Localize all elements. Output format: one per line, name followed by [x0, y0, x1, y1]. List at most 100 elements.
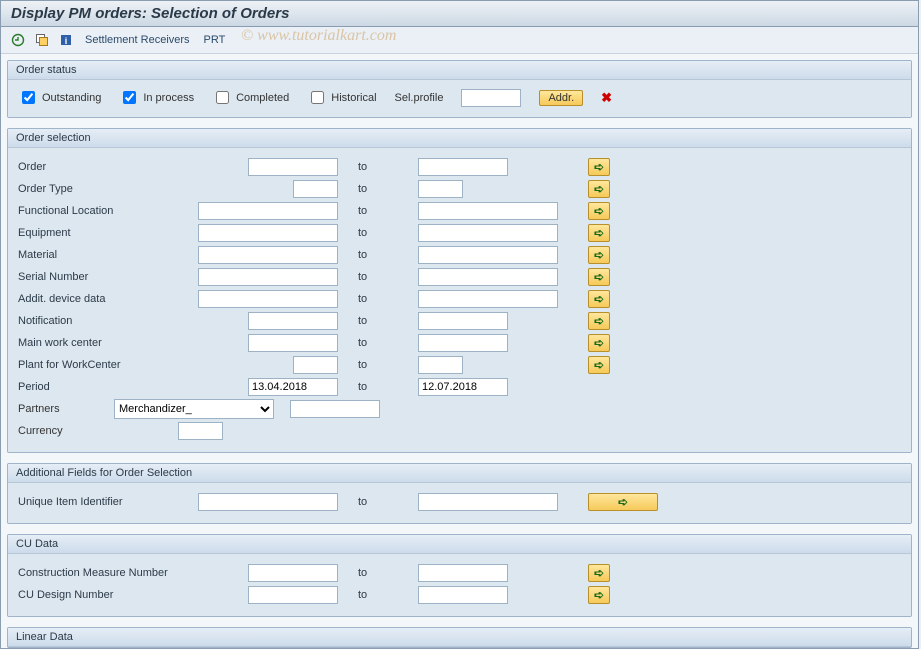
equipment-multi-button[interactable]: ➪: [588, 224, 610, 242]
inprocess-checkbox-input[interactable]: [123, 91, 136, 104]
order_type-label: Order Type: [18, 183, 168, 195]
func_loc-from-input[interactable]: [198, 202, 338, 220]
completed-checkbox[interactable]: Completed: [212, 88, 289, 107]
historical-checkbox[interactable]: Historical: [307, 88, 376, 107]
order-selection-group: Order selection Orderto➪Order Typeto➪Fun…: [7, 128, 912, 453]
watermark: © www.tutorialkart.com: [241, 27, 396, 45]
prt-button[interactable]: PRT: [200, 34, 230, 46]
order_type-multi-button[interactable]: ➪: [588, 180, 610, 198]
inprocess-checkbox[interactable]: In process: [119, 88, 194, 107]
completed-checkbox-input[interactable]: [216, 91, 229, 104]
partners-row: PartnersMerchandizer_: [18, 398, 901, 420]
order-from-input[interactable]: [248, 158, 338, 176]
cm-number-to-input[interactable]: [418, 564, 508, 582]
variant-icon[interactable]: [33, 31, 51, 49]
arrow-right-icon: ➪: [594, 336, 604, 350]
cm-number-multi-button[interactable]: ➪: [588, 564, 610, 582]
material-to-input[interactable]: [418, 246, 558, 264]
order-multi-button[interactable]: ➪: [588, 158, 610, 176]
execute-icon[interactable]: [9, 31, 27, 49]
uii-label: Unique Item Identifier: [18, 496, 168, 508]
plant_wc-row: Plant for WorkCenter to ➪: [18, 354, 901, 376]
material-row: Materialto➪: [18, 244, 901, 266]
notification-from-input[interactable]: [248, 312, 338, 330]
page-title: Display PM orders: Selection of Orders: [1, 1, 918, 27]
period-from-input[interactable]: [248, 378, 338, 396]
plant_wc-to-label: to: [348, 359, 408, 371]
main_wc-multi-button[interactable]: ➪: [588, 334, 610, 352]
outstanding-checkbox-input[interactable]: [22, 91, 35, 104]
func_loc-to-input[interactable]: [418, 202, 558, 220]
plant_wc-multi-button[interactable]: ➪: [588, 356, 610, 374]
serial-multi-button[interactable]: ➪: [588, 268, 610, 286]
cu-design-label: CU Design Number: [18, 589, 168, 601]
historical-label: Historical: [331, 92, 376, 104]
cm-number-from-input[interactable]: [248, 564, 338, 582]
cu-design-from-input[interactable]: [248, 586, 338, 604]
order_type-to-input[interactable]: [418, 180, 463, 198]
delete-icon[interactable]: ✖: [601, 90, 612, 106]
arrow-right-icon: ➪: [594, 160, 604, 174]
order-to-input[interactable]: [418, 158, 508, 176]
uii-multi-button[interactable]: ➪: [588, 493, 658, 511]
currency-label: Currency: [18, 425, 168, 437]
partners-extra-input[interactable]: [290, 400, 380, 418]
material-multi-button[interactable]: ➪: [588, 246, 610, 264]
cm-number-to-label: to: [348, 567, 408, 579]
func_loc-row: Functional Locationto➪: [18, 200, 901, 222]
info-icon[interactable]: i: [57, 31, 75, 49]
currency-input[interactable]: [178, 422, 223, 440]
func_loc-label: Functional Location: [18, 205, 168, 217]
addit_device-from-input[interactable]: [198, 290, 338, 308]
equipment-from-input[interactable]: [198, 224, 338, 242]
settlement-receivers-button[interactable]: Settlement Receivers: [81, 34, 194, 46]
main_wc-from-input[interactable]: [248, 334, 338, 352]
arrow-right-icon: ➪: [594, 226, 604, 240]
arrow-right-icon: ➪: [594, 292, 604, 306]
main_wc-label: Main work center: [18, 337, 168, 349]
cu-design-to-input[interactable]: [418, 586, 508, 604]
uii-to-label: to: [348, 496, 408, 508]
order-to-label: to: [348, 161, 408, 173]
uii-row: Unique Item Identifier to ➪: [18, 491, 901, 513]
serial-to-input[interactable]: [418, 268, 558, 286]
serial-from-input[interactable]: [198, 268, 338, 286]
plant_wc-from-input[interactable]: [293, 356, 338, 374]
sel-profile-input[interactable]: [461, 89, 521, 107]
addit_device-to-input[interactable]: [418, 290, 558, 308]
notification-to-input[interactable]: [418, 312, 508, 330]
order_type-to-label: to: [348, 183, 408, 195]
cu-design-to-label: to: [348, 589, 408, 601]
equipment-row: Equipmentto➪: [18, 222, 901, 244]
notification-label: Notification: [18, 315, 168, 327]
addr-button[interactable]: Addr.: [539, 90, 583, 106]
period-to-input[interactable]: [418, 378, 508, 396]
addit_device-row: Addit. device datato➪: [18, 288, 901, 310]
material-from-input[interactable]: [198, 246, 338, 264]
period-row: Periodto: [18, 376, 901, 398]
material-label: Material: [18, 249, 168, 261]
equipment-to-input[interactable]: [418, 224, 558, 242]
notification-multi-button[interactable]: ➪: [588, 312, 610, 330]
plant_wc-label: Plant for WorkCenter: [18, 359, 168, 371]
historical-checkbox-input[interactable]: [311, 91, 324, 104]
outstanding-checkbox[interactable]: Outstanding: [18, 88, 101, 107]
order-selection-legend: Order selection: [8, 129, 911, 148]
uii-from-input[interactable]: [198, 493, 338, 511]
arrow-right-icon: ➪: [594, 314, 604, 328]
body: Order status Outstanding In process Comp…: [1, 54, 918, 648]
cu-design-multi-button[interactable]: ➪: [588, 586, 610, 604]
arrow-right-icon: ➪: [594, 358, 604, 372]
plant_wc-to-input[interactable]: [418, 356, 463, 374]
cu-design-row: CU Design Number to ➪: [18, 584, 901, 606]
toolbar: i Settlement Receivers PRT © www.tutoria…: [1, 27, 918, 54]
arrow-right-icon: ➪: [594, 566, 604, 580]
addit_device-multi-button[interactable]: ➪: [588, 290, 610, 308]
period-to-label: to: [348, 381, 408, 393]
main_wc-to-input[interactable]: [418, 334, 508, 352]
uii-to-input[interactable]: [418, 493, 558, 511]
func_loc-multi-button[interactable]: ➪: [588, 202, 610, 220]
order_type-from-input[interactable]: [293, 180, 338, 198]
equipment-to-label: to: [348, 227, 408, 239]
partners-select[interactable]: Merchandizer_: [114, 399, 274, 419]
